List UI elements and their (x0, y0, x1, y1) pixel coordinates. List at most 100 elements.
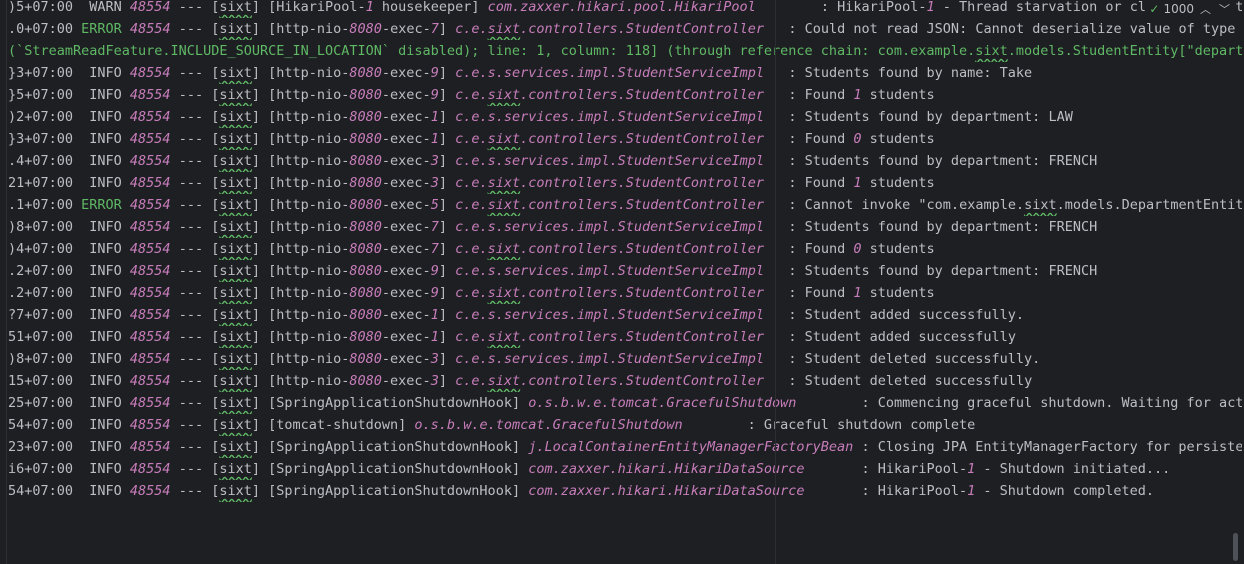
log-segment: ] [http-nio- (251, 241, 350, 257)
log-segment: 9 (430, 285, 439, 301)
log-segment: : HikariPool- (755, 0, 927, 15)
log-segment: 48554 (129, 197, 171, 213)
log-segment (122, 197, 130, 213)
log-segment: ] (438, 373, 456, 389)
log-segment: .controllers.StudentController (520, 197, 764, 213)
log-segment: -exec- (381, 219, 431, 235)
log-segment: 48554 (129, 417, 171, 433)
log-segment: sixt (219, 285, 252, 301)
log-segment: sixt (487, 241, 521, 257)
log-segment: : Graceful shutdown complete (682, 417, 976, 433)
log-segment: -exec- (381, 351, 431, 367)
log-segment: ] (438, 329, 456, 345)
log-segment: c.e. (455, 175, 488, 191)
log-segment: sixt (219, 197, 252, 213)
log-segment: .1+07:00 (8, 197, 82, 213)
log-segment: -exec- (381, 373, 431, 389)
log-segment: ] [http-nio- (251, 21, 350, 37)
log-segment: sixt (219, 65, 252, 81)
log-segment: c.e. (455, 285, 488, 301)
log-segment: : Student added successfully (763, 329, 1016, 345)
log-segment: ] [SpringApplicationShutdownHook] (251, 439, 529, 455)
log-segment: c.e.s.services.impl.StudentServiceImpl (455, 351, 764, 367)
log-segment: c.e. (455, 329, 488, 345)
inspection-count: 1000 (1163, 2, 1194, 16)
log-segment: -exec- (381, 263, 431, 279)
log-segment: sixt (219, 395, 252, 411)
log-segment: : Students found by name: Take (763, 65, 1033, 81)
log-segment: ] (438, 285, 456, 301)
log-segment: -exec- (381, 285, 431, 301)
log-segment: -exec- (381, 175, 431, 191)
log-segment: )4+07:00 INFO (8, 241, 130, 257)
log-line: .2+07:00 INFO 48554 --- [sixt] [http-nio… (8, 282, 1242, 304)
log-segment (122, 21, 130, 37)
log-segment: 48554 (129, 219, 171, 235)
log-segment: --- [ (170, 0, 220, 15)
log-segment: -exec- (381, 65, 431, 81)
log-segment: )5+07:00 WARN (8, 0, 130, 15)
log-segment: ERROR (81, 197, 122, 213)
log-segment: ] (438, 153, 456, 169)
log-segment: sixt (487, 285, 521, 301)
log-segment: 0 (853, 131, 862, 147)
log-segment: ] (438, 219, 456, 235)
log-segment: com.zaxxer.hikari.HikariDataSource (528, 483, 805, 499)
log-segment: 7 (430, 219, 439, 235)
log-segment: sixt (219, 329, 252, 345)
chevron-up-icon[interactable]: ︿ (1198, 1, 1213, 17)
log-segment: sixt (219, 175, 252, 191)
vertical-scrollbar-thumb[interactable] (1233, 533, 1238, 561)
log-segment: .models.StudentEntity["department"] (1007, 43, 1242, 59)
log-segment: .controllers.StudentController (520, 131, 764, 147)
log-segment: ] (438, 109, 456, 125)
log-segment: 9 (430, 65, 439, 81)
log-lines: )5+07:00 WARN 48554 --- [sixt] [HikariPo… (8, 0, 1242, 502)
log-segment: sixt (219, 307, 252, 323)
log-segment: : Found (763, 175, 854, 191)
log-segment: 1 (430, 329, 439, 345)
log-segment: com.zaxxer.hikari.HikariDataSource (528, 461, 805, 477)
log-segment: .controllers.StudentController (520, 285, 764, 301)
log-segment: sixt (219, 461, 252, 477)
log-segment: c.e. (455, 373, 488, 389)
log-segment: students (861, 285, 935, 301)
log-segment: )8+07:00 INFO (8, 351, 130, 367)
log-segment: 25+07:00 INFO (8, 395, 130, 411)
log-segment: 1 (430, 131, 439, 147)
log-segment: 8080 (349, 219, 382, 235)
log-segment: ] [http-nio- (251, 87, 350, 103)
log-segment: .controllers.StudentController (520, 21, 764, 37)
log-segment: c.e. (455, 21, 488, 37)
log-segment: sixt (219, 153, 252, 169)
log-segment: 48554 (129, 483, 171, 499)
log-segment: sixt (219, 131, 252, 147)
log-segment: .models.DepartmentEntity.getId (1056, 197, 1242, 213)
log-segment: 8080 (349, 285, 382, 301)
log-segment: c.e.s.services.impl.StudentServiceImpl (455, 219, 764, 235)
console-output[interactable]: )5+07:00 WARN 48554 --- [sixt] [HikariPo… (0, 0, 1244, 564)
log-segment: 48554 (129, 175, 171, 191)
log-segment: 8080 (349, 329, 382, 345)
log-segment: : HikariPool- (804, 461, 968, 477)
log-segment: ] (438, 131, 456, 147)
log-segment: c.e. (455, 87, 488, 103)
log-segment: ] [SpringApplicationShutdownHook] (251, 395, 529, 411)
log-segment: 48554 (129, 109, 171, 125)
log-segment: --- [ (170, 483, 220, 499)
log-segment: --- [ (170, 417, 220, 433)
log-segment: : Closing JPA EntityManagerFactory for p… (861, 439, 1242, 455)
log-line: 54+07:00 INFO 48554 --- [sixt] [tomcat-s… (8, 414, 1242, 436)
chevron-down-icon[interactable]: ﹀ (1217, 1, 1232, 17)
log-line: i6+07:00 INFO 48554 --- [sixt] [SpringAp… (8, 458, 1242, 480)
log-segment: students (861, 87, 935, 103)
log-segment: 21+07:00 INFO (8, 175, 130, 191)
log-segment: --- [ (170, 219, 220, 235)
inspection-widget[interactable]: ✓ 1000 ︿ ﹀ (1145, 0, 1236, 18)
log-segment: 7 (430, 241, 439, 257)
log-segment: --- [ (170, 175, 220, 191)
log-segment: com.zaxxer.hikari.pool.HikariPool (487, 0, 756, 15)
log-segment: 1 (853, 175, 862, 191)
log-segment: --- [ (170, 21, 220, 37)
log-segment: ] [http-nio- (251, 307, 350, 323)
